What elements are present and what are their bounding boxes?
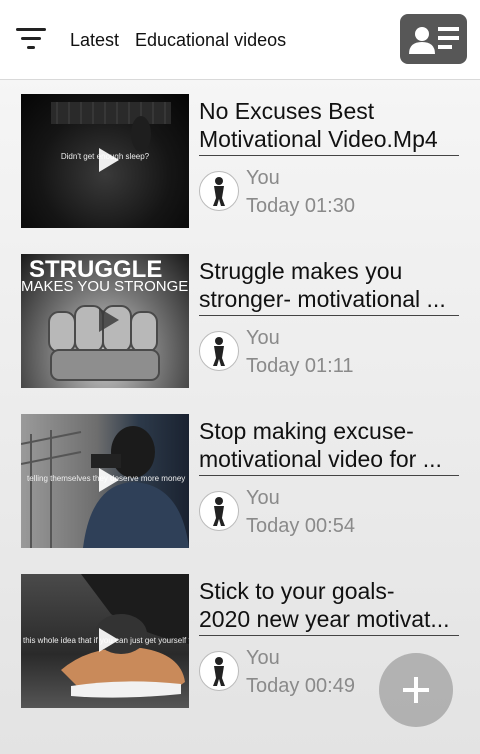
- video-item[interactable]: STRUGGLE MAKES YOU STRONGER Struggle mak…: [0, 254, 480, 388]
- video-time: Today 00:49: [246, 675, 355, 697]
- play-icon[interactable]: [99, 308, 119, 332]
- video-title[interactable]: Stick to your goals- 2020 new year motiv…: [199, 577, 459, 636]
- video-title[interactable]: No Excuses Best Motivational Video.Mp4: [199, 97, 459, 156]
- avatar: [199, 651, 239, 691]
- tab-educational-videos[interactable]: Educational videos: [135, 30, 286, 51]
- video-author: You: [246, 487, 280, 509]
- video-thumbnail[interactable]: this whole idea that if you can just get…: [21, 574, 189, 708]
- add-video-button[interactable]: [379, 653, 453, 727]
- app-header: Latest Educational videos: [0, 0, 480, 80]
- contact-card-icon: [409, 27, 459, 54]
- play-icon[interactable]: [99, 148, 119, 172]
- avatar: [199, 331, 239, 371]
- video-author: You: [246, 327, 280, 349]
- video-time: Today 00:54: [246, 515, 355, 537]
- tab-latest[interactable]: Latest: [70, 30, 119, 51]
- video-item[interactable]: Didn't get enough sleep? No Excuses Best…: [0, 94, 480, 228]
- play-icon[interactable]: [99, 468, 119, 492]
- video-thumbnail[interactable]: Didn't get enough sleep?: [21, 94, 189, 228]
- video-author: You: [246, 167, 280, 189]
- play-icon[interactable]: [99, 628, 119, 652]
- video-time: Today 01:11: [246, 355, 354, 377]
- avatar: [199, 171, 239, 211]
- avatar: [199, 491, 239, 531]
- video-title[interactable]: Struggle makes you stronger- motivationa…: [199, 257, 459, 316]
- video-time: Today 01:30: [246, 195, 355, 217]
- video-thumbnail[interactable]: STRUGGLE MAKES YOU STRONGER: [21, 254, 189, 388]
- video-author: You: [246, 647, 280, 669]
- contact-card-button[interactable]: [400, 14, 467, 64]
- video-thumbnail[interactable]: telling themselves they deserve more mon…: [21, 414, 189, 548]
- video-title[interactable]: Stop making excuse- motivational video f…: [199, 417, 459, 476]
- video-item[interactable]: telling themselves they deserve more mon…: [0, 414, 480, 548]
- menu-icon[interactable]: [16, 26, 48, 52]
